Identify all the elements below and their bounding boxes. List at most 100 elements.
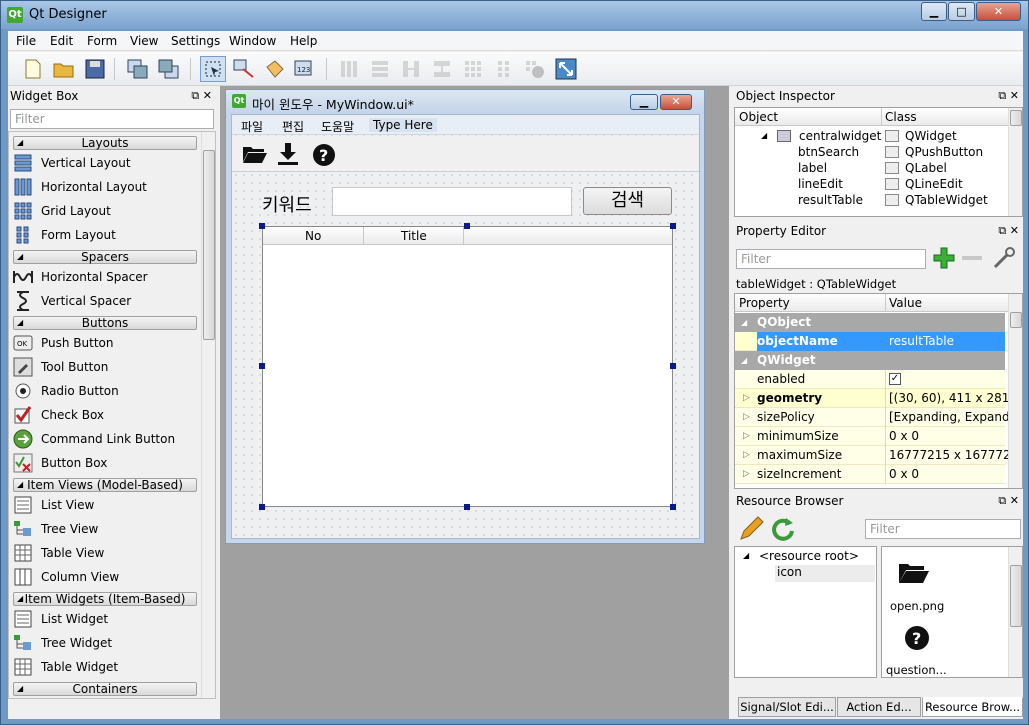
property-value[interactable]: [Expanding, Expand... (889, 408, 1021, 427)
widget-tree-widget[interactable]: Tree Widget (13, 632, 112, 654)
form-minimize-button[interactable]: ▁ (630, 94, 658, 110)
form-layout-icon[interactable] (491, 56, 517, 82)
reload-icon[interactable] (770, 516, 796, 545)
widget-vertical-layout[interactable]: Vertical Layout (13, 152, 131, 174)
edit-signals-icon[interactable] (231, 56, 257, 82)
category-spacers[interactable]: ◢ Spacers (13, 250, 197, 264)
property-row-sizeincrement[interactable]: ▷ sizeIncrement 0 x 0 (735, 465, 1005, 484)
property-value[interactable]: resultTable (885, 332, 1005, 351)
adjust-size-icon[interactable] (553, 56, 579, 82)
open-folder-icon[interactable] (242, 144, 268, 167)
file-question[interactable]: question... (886, 663, 947, 677)
search-button[interactable]: 검색 (583, 187, 672, 215)
lay-out-vertically-icon[interactable] (367, 56, 393, 82)
property-value[interactable]: [(30, 60), 411 x 281] (889, 389, 1014, 408)
column-no[interactable]: No (305, 227, 321, 245)
property-filter[interactable]: Filter (736, 249, 926, 269)
category-layouts[interactable]: ◢ Layouts (13, 136, 197, 150)
widget-table-view[interactable]: Table View (13, 542, 104, 564)
remove-property-icon[interactable] (962, 256, 982, 260)
open-folder-icon[interactable] (51, 56, 77, 82)
selection-handle[interactable] (259, 504, 265, 510)
property-value[interactable]: 16777215 x 16777215 (889, 446, 1022, 465)
menu-file[interactable]: File (16, 34, 36, 48)
edit-buddies-icon[interactable] (262, 56, 288, 82)
expand-arrow-icon[interactable]: ▷ (743, 446, 750, 465)
property-row-geometry[interactable]: ▷ geometry [(30, 60), 411 x 281] (735, 389, 1014, 408)
widget-command-link-button[interactable]: Command Link Button (13, 428, 175, 450)
bring-to-front-icon[interactable] (156, 56, 182, 82)
selection-handle[interactable] (670, 223, 676, 229)
menu-window[interactable]: Window (229, 34, 276, 48)
object-tree-row[interactable]: lineEdit QLineEdit (735, 176, 1007, 192)
property-row-maximumsize[interactable]: ▷ maximumSize 16777215 x 16777215 (735, 446, 1022, 465)
section-qwidget[interactable]: ◢ QWidget (735, 351, 1005, 370)
expand-arrow-icon[interactable]: ▷ (743, 408, 750, 427)
send-to-back-icon[interactable] (125, 56, 151, 82)
widget-radio-button[interactable]: Radio Button (13, 380, 119, 402)
file-open-png[interactable]: open.png (890, 599, 944, 613)
object-tree-scrollbar[interactable] (1008, 108, 1022, 216)
object-tree-row[interactable]: resultTable QTableWidget (735, 192, 1007, 208)
lay-out-horizontally-icon[interactable] (336, 56, 362, 82)
widget-horizontal-spacer[interactable]: Horizontal Spacer (13, 266, 148, 288)
column-class[interactable]: Class (885, 108, 917, 126)
column-property[interactable]: Property (739, 294, 790, 312)
keyword-input[interactable] (332, 187, 572, 216)
dock-float-close-icon[interactable]: ⧉ ✕ (998, 87, 1019, 105)
tab-action-editor[interactable]: Action Ed... (837, 697, 921, 717)
question-icon[interactable]: ? (904, 625, 930, 654)
widget-form-layout[interactable]: Form Layout (13, 224, 116, 246)
menu-settings[interactable]: Settings (171, 34, 220, 48)
object-tree-row[interactable]: btnSearch QPushButton (735, 144, 1007, 160)
widget-push-button[interactable]: OK Push Button (13, 332, 114, 354)
widget-column-view[interactable]: Column View (13, 566, 119, 588)
close-button[interactable]: ✕ (976, 2, 1021, 21)
download-icon[interactable] (276, 142, 300, 169)
form-menu-help[interactable]: 도움말 (321, 118, 354, 135)
widget-check-box[interactable]: Check Box (13, 404, 104, 426)
column-object[interactable]: Object (739, 108, 778, 126)
break-layout-icon[interactable] (522, 56, 548, 82)
widget-grid-layout[interactable]: Grid Layout (13, 200, 111, 222)
expand-arrow-icon[interactable]: ▷ (743, 465, 750, 484)
result-table[interactable]: No Title (262, 226, 673, 507)
maximize-button[interactable]: □ (948, 2, 975, 21)
menu-form[interactable]: Form (87, 34, 117, 48)
menu-view[interactable]: View (130, 34, 158, 48)
form-close-button[interactable]: ✕ (660, 94, 692, 110)
enabled-checkbox[interactable]: ✓ (889, 373, 901, 385)
menu-help[interactable]: Help (290, 34, 317, 48)
property-value[interactable]: 0 x 0 (889, 427, 919, 446)
widget-vertical-spacer[interactable]: Vertical Spacer (13, 290, 131, 312)
dock-float-close-icon[interactable]: ⧉ ✕ (998, 222, 1019, 240)
widget-box-scrollbar[interactable] (201, 132, 215, 698)
edit-widgets-icon[interactable] (200, 56, 226, 82)
widget-button-box[interactable]: Button Box (13, 452, 107, 474)
form-menu-file[interactable]: 파일 (241, 118, 263, 135)
selection-handle[interactable] (670, 504, 676, 510)
widget-tree-view[interactable]: Tree View (13, 518, 98, 540)
widget-box-filter[interactable]: Filter (10, 109, 214, 129)
property-value[interactable]: 0 x 0 (889, 465, 919, 484)
property-row-enabled[interactable]: enabled ✓ (735, 370, 1005, 389)
tab-signal-slot-editor[interactable]: Signal/Slot Edi... (738, 697, 836, 717)
expand-arrow-icon[interactable]: ▷ (743, 389, 750, 408)
widget-list-widget[interactable]: List Widget (13, 608, 108, 630)
resource-files-scrollbar[interactable] (1008, 547, 1022, 677)
category-item-views[interactable]: ◢ Item Views (Model-Based) (13, 478, 197, 492)
dock-float-close-icon[interactable]: ⧉ ✕ (998, 492, 1019, 510)
save-icon[interactable] (82, 56, 108, 82)
resource-root[interactable]: <resource root> (759, 549, 859, 563)
widget-list-view[interactable]: List View (13, 494, 94, 516)
category-item-widgets[interactable]: ◢ Item Widgets (Item-Based) (13, 592, 197, 606)
expand-arrow-icon[interactable]: ◢ (761, 128, 767, 144)
dock-float-close-icon[interactable]: ⧉ ✕ (191, 87, 212, 105)
form-menu-type-here[interactable]: Type Here (369, 118, 437, 132)
resource-tree[interactable]: ◢ <resource root> icon (734, 546, 877, 678)
form-menu-edit[interactable]: 편집 (282, 118, 304, 135)
property-row-objectname[interactable]: objectName resultTable (735, 332, 1005, 351)
expand-arrow-icon[interactable]: ▷ (743, 427, 750, 446)
resource-filter[interactable]: Filter (865, 519, 1021, 539)
edit-resources-icon[interactable] (738, 516, 764, 545)
